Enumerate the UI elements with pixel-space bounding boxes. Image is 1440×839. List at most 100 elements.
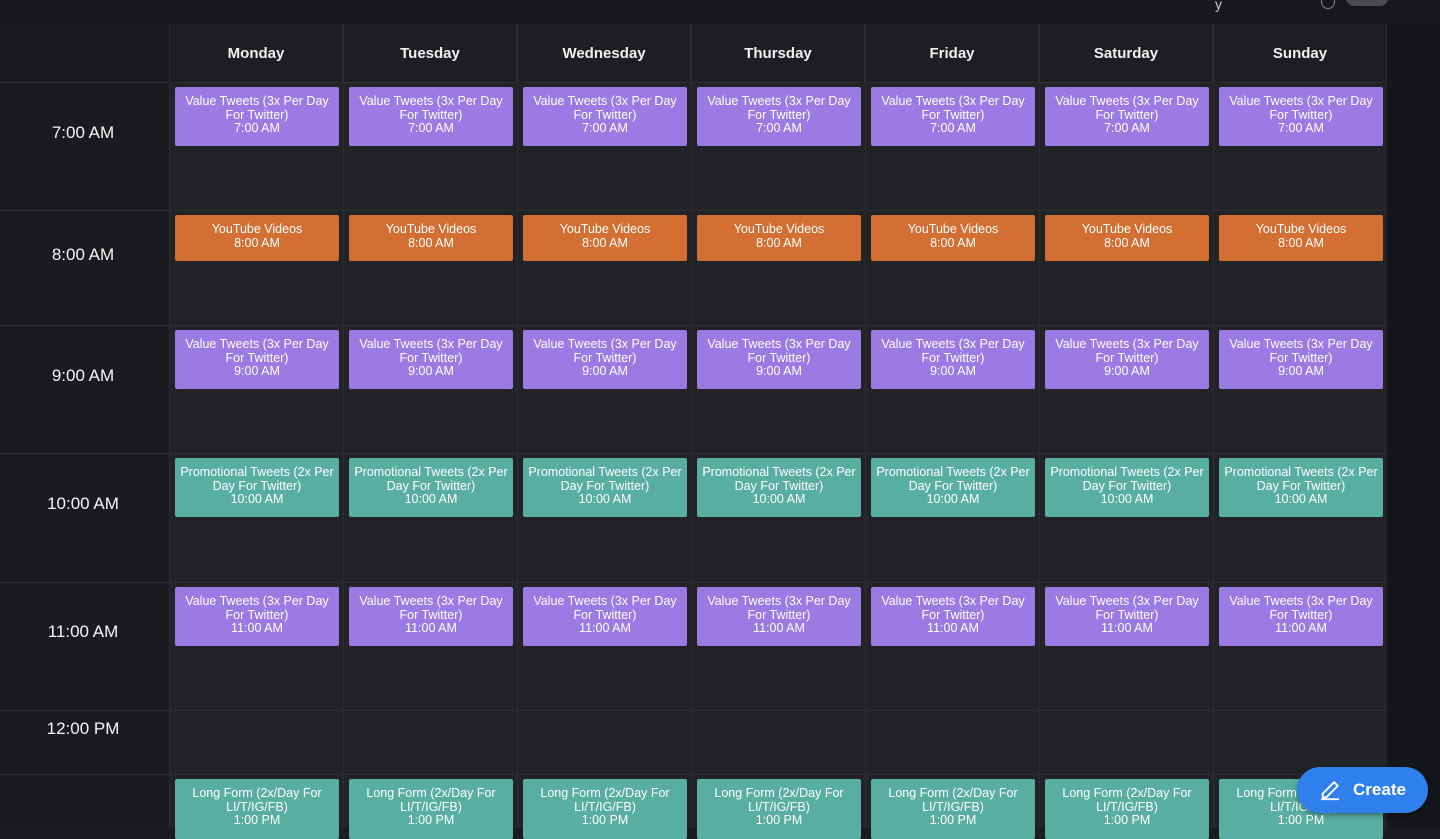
- right-side-panel: [1387, 24, 1440, 828]
- event-time: 10:00 AM: [578, 492, 632, 506]
- event-time: 11:00 AM: [753, 621, 805, 635]
- event-title: Value Tweets (3x Per Day For Twitter): [359, 94, 503, 122]
- event-block[interactable]: YouTube Videos 8:00 AM: [175, 215, 339, 261]
- event-block[interactable]: Value Tweets (3x Per Day For Twitter) 7:0…: [175, 87, 339, 146]
- event-block[interactable]: YouTube Videos 8:00 AM: [1045, 215, 1209, 261]
- topbar-partial-text: y: [1215, 0, 1223, 12]
- event-block[interactable]: Long Form (2x/Day For LI/T/IG/FB)1:00 PM: [1045, 779, 1209, 839]
- event-title: YouTube Videos: [1081, 222, 1173, 236]
- event-time: 1:00 PM: [581, 813, 629, 827]
- event-title: Value Tweets (3x Per Day For Twitter): [533, 337, 677, 365]
- event-time: 9:00 AM: [1278, 364, 1324, 378]
- event-block[interactable]: Value Tweets (3x Per Day For Twitter) 7:0…: [697, 87, 861, 146]
- event-block[interactable]: Long Form (2x/Day For LI/T/IG/FB)1:00 PM: [349, 779, 513, 839]
- event-time: 8:00 AM: [234, 235, 280, 250]
- event-title: YouTube Videos: [211, 222, 303, 236]
- event-time: 9:00 AM: [930, 364, 976, 378]
- event-title: Value Tweets (3x Per Day For Twitter): [533, 594, 677, 622]
- event-block[interactable]: Long Form (2x/Day For LI/T/IG/FB)1:00 PM: [175, 779, 339, 839]
- event-time: 10:00 AM: [752, 492, 806, 506]
- event-block[interactable]: Long Form (2x/Day For LI/T/IG/FB)1:00 PM: [697, 779, 861, 839]
- event-title: Value Tweets (3x Per Day For Twitter): [359, 337, 503, 365]
- event-block[interactable]: Promotional Tweets (2x Per Day For Twitt…: [523, 458, 687, 517]
- day-header-friday: Friday: [866, 24, 1039, 82]
- event-block[interactable]: Value Tweets (3x Per Day For Twitter) 11:…: [697, 587, 861, 646]
- event-block[interactable]: YouTube Videos 8:00 AM: [349, 215, 513, 261]
- event-title: Value Tweets (3x Per Day For Twitter): [881, 337, 1025, 365]
- event-title: Promotional Tweets (2x Per Day For Twitt…: [1224, 465, 1378, 493]
- event-block[interactable]: Value Tweets (3x Per Day For Twitter) 11:…: [349, 587, 513, 646]
- event-block[interactable]: YouTube Videos 8:00 AM: [697, 215, 861, 261]
- event-title: Value Tweets (3x Per Day For Twitter): [359, 594, 503, 622]
- event-block[interactable]: Value Tweets (3x Per Day For Twitter) 9:0…: [349, 330, 513, 389]
- event-time: 11:00 AM: [579, 621, 631, 635]
- event-block[interactable]: Value Tweets (3x Per Day For Twitter) 7:0…: [1219, 87, 1383, 146]
- time-label: 7:00 AM: [51, 123, 115, 142]
- event-title: Value Tweets (3x Per Day For Twitter): [707, 594, 851, 622]
- event-block[interactable]: Value Tweets (3x Per Day For Twitter) 9:0…: [523, 330, 687, 389]
- event-block[interactable]: Value Tweets (3x Per Day For Twitter) 9:0…: [871, 330, 1035, 389]
- event-block[interactable]: Value Tweets (3x Per Day For Twitter) 9:0…: [1219, 330, 1383, 389]
- event-title: Value Tweets (3x Per Day For Twitter): [881, 594, 1025, 622]
- event-time: 11:00 AM: [1275, 621, 1327, 635]
- event-title: YouTube Videos: [733, 222, 825, 236]
- event-block[interactable]: Promotional Tweets (2x Per Day For Twitt…: [697, 458, 861, 517]
- event-title: Promotional Tweets (2x Per Day For Twitt…: [876, 465, 1030, 493]
- event-block[interactable]: YouTube Videos 8:00 AM: [871, 215, 1035, 261]
- grid-row-line: [0, 210, 1387, 211]
- event-block[interactable]: Value Tweets (3x Per Day For Twitter) 9:0…: [697, 330, 861, 389]
- event-block[interactable]: Promotional Tweets (2x Per Day For Twitt…: [175, 458, 339, 517]
- event-block[interactable]: YouTube Videos 8:00 AM: [523, 215, 687, 261]
- event-block[interactable]: Value Tweets (3x Per Day For Twitter) 9:0…: [1045, 330, 1209, 389]
- event-time: 7:00 AM: [756, 121, 802, 135]
- event-title: Long Form (2x/Day For LI/T/IG/FB): [366, 786, 496, 814]
- event-time: 11:00 AM: [1101, 621, 1153, 635]
- event-title: Promotional Tweets (2x Per Day For Twitt…: [528, 465, 682, 493]
- pencil-icon: [1320, 781, 1340, 801]
- event-time: 1:00 PM: [233, 813, 281, 827]
- event-block[interactable]: Value Tweets (3x Per Day For Twitter) 11:…: [175, 587, 339, 646]
- create-button-label: Create: [1353, 780, 1406, 799]
- event-block[interactable]: Value Tweets (3x Per Day For Twitter) 11:…: [523, 587, 687, 646]
- event-time: 1:00 PM: [1277, 813, 1325, 827]
- event-block[interactable]: Value Tweets (3x Per Day For Twitter) 7:0…: [523, 87, 687, 146]
- event-block[interactable]: Value Tweets (3x Per Day For Twitter) 11:…: [1045, 587, 1209, 646]
- event-block[interactable]: Promotional Tweets (2x Per Day For Twitt…: [1219, 458, 1383, 517]
- event-block[interactable]: Value Tweets (3x Per Day For Twitter) 7:0…: [871, 87, 1035, 146]
- create-button[interactable]: Create: [1297, 767, 1428, 813]
- event-block[interactable]: Value Tweets (3x Per Day For Twitter) 11:…: [871, 587, 1035, 646]
- event-time: 7:00 AM: [408, 121, 454, 135]
- event-title: Promotional Tweets (2x Per Day For Twitt…: [702, 465, 856, 493]
- grid-column-line: [691, 24, 692, 828]
- event-title: Value Tweets (3x Per Day For Twitter): [881, 94, 1025, 122]
- time-label: 11:00 AM: [47, 622, 119, 641]
- event-block[interactable]: Long Form (2x/Day For LI/T/IG/FB)1:00 PM: [871, 779, 1035, 839]
- event-time: 7:00 AM: [234, 121, 280, 135]
- event-time: 1:00 PM: [1103, 813, 1151, 827]
- event-block[interactable]: Value Tweets (3x Per Day For Twitter) 11:…: [1219, 587, 1383, 646]
- grid-column-line: [865, 24, 866, 828]
- event-block[interactable]: Promotional Tweets (2x Per Day For Twitt…: [1045, 458, 1209, 517]
- event-title: Value Tweets (3x Per Day For Twitter): [533, 94, 677, 122]
- event-title: YouTube Videos: [559, 222, 651, 236]
- event-block[interactable]: Value Tweets (3x Per Day For Twitter) 7:0…: [349, 87, 513, 146]
- help-circle-icon[interactable]: [1321, 0, 1335, 9]
- event-block[interactable]: Value Tweets (3x Per Day For Twitter) 7:0…: [1045, 87, 1209, 146]
- event-block[interactable]: Promotional Tweets (2x Per Day For Twitt…: [349, 458, 513, 517]
- event-title: YouTube Videos: [1255, 222, 1347, 236]
- grid-column-line: [1039, 24, 1040, 828]
- event-time: 1:00 PM: [755, 813, 803, 827]
- event-title: Value Tweets (3x Per Day For Twitter): [185, 94, 329, 122]
- event-block[interactable]: Long Form (2x/Day For LI/T/IG/FB)1:00 PM: [523, 779, 687, 839]
- grid-row-line: [0, 710, 1387, 711]
- event-title: Long Form (2x/Day For LI/T/IG/FB): [192, 786, 322, 814]
- event-block[interactable]: YouTube Videos 8:00 AM: [1219, 215, 1383, 261]
- event-time: 1:00 PM: [407, 813, 455, 827]
- day-header-monday: Monday: [170, 24, 343, 82]
- event-title: Long Form (2x/Day For LI/T/IG/FB): [714, 786, 844, 814]
- event-time: 8:00 AM: [756, 235, 802, 250]
- grid-row-line: [0, 82, 1387, 83]
- view-toggle-switch[interactable]: [1346, 0, 1388, 6]
- event-block[interactable]: Value Tweets (3x Per Day For Twitter) 9:0…: [175, 330, 339, 389]
- event-block[interactable]: Promotional Tweets (2x Per Day For Twitt…: [871, 458, 1035, 517]
